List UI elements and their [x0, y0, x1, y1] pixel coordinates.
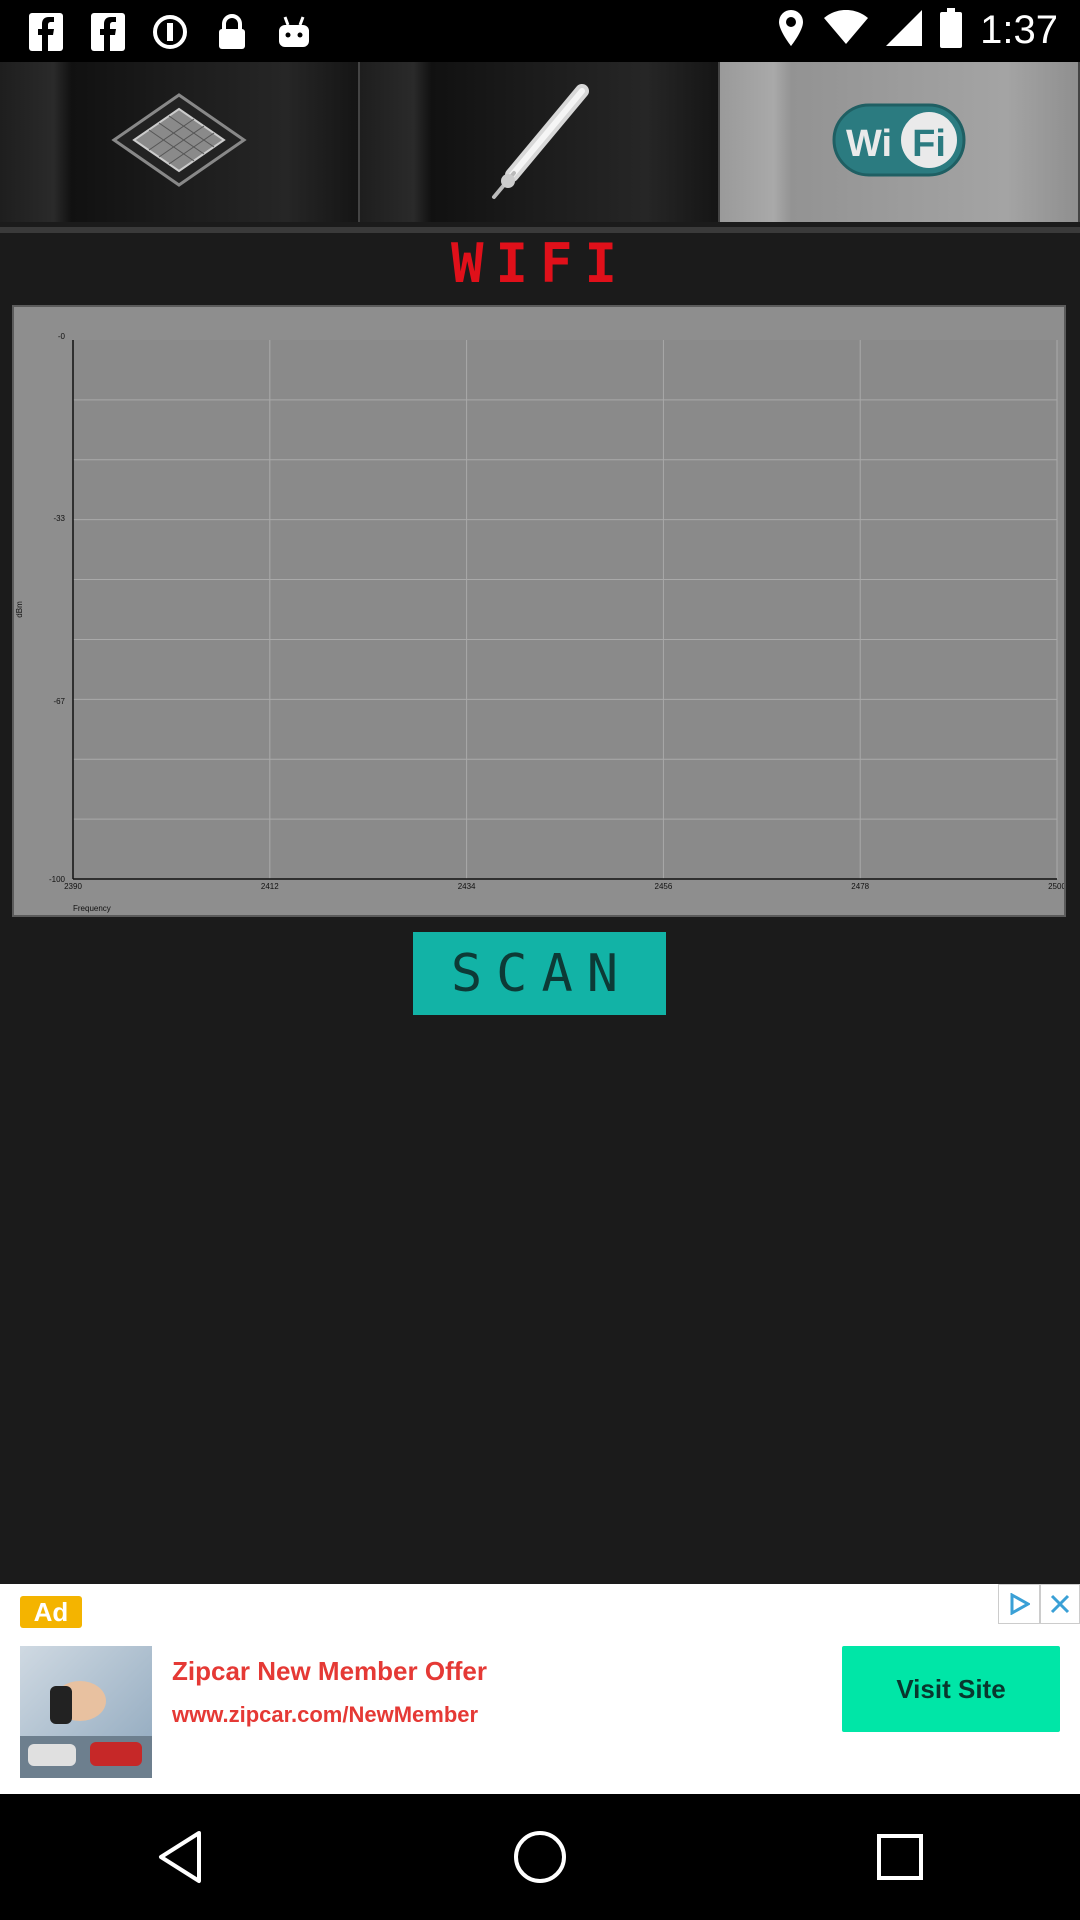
cpu-chip-icon: [104, 85, 254, 200]
wifi-signal-icon: [824, 9, 869, 51]
lock-icon: [212, 12, 252, 52]
status-time: 1:37: [980, 8, 1058, 52]
x-tick-label: 2390: [64, 882, 82, 891]
x-tick-label: 2434: [458, 882, 476, 891]
ad-badge: Ad: [20, 1596, 82, 1628]
tab-wifi[interactable]: Wi Fi: [720, 62, 1080, 222]
tab-cpu[interactable]: [0, 62, 360, 222]
facebook-icon: [26, 12, 66, 52]
ad-title[interactable]: Zipcar New Member Offer: [172, 1656, 487, 1687]
adchoices-icon[interactable]: [998, 1584, 1040, 1624]
facebook-icon: [88, 12, 128, 52]
ad-url[interactable]: www.zipcar.com/NewMember: [172, 1702, 478, 1728]
top-tabs: Wi Fi: [0, 62, 1080, 233]
x-tick-label: 2478: [851, 882, 869, 891]
y-tick-label: -33: [53, 514, 65, 523]
x-tick-label: 2456: [655, 882, 673, 891]
cell-signal-icon: [886, 10, 923, 51]
x-tick-label: 2412: [261, 882, 279, 891]
back-icon[interactable]: [135, 1812, 225, 1902]
battery-icon: [940, 8, 963, 53]
tab-temperature[interactable]: [360, 62, 720, 222]
ad-image[interactable]: [20, 1646, 152, 1778]
svg-text:Fi: Fi: [912, 123, 946, 165]
chart-svg: 2390 2412 2434 2456 2478 2500 -0 -33 -67 -100 dBm F…: [15, 332, 1064, 913]
thermometer-icon: [474, 75, 604, 210]
home-icon[interactable]: [495, 1812, 585, 1902]
ad-close-icon[interactable]: [1040, 1584, 1080, 1624]
svg-text:Wi: Wi: [846, 123, 892, 165]
y-tick-label: -100: [49, 875, 66, 884]
wifi-chart: 2390 2412 2434 2456 2478 2500 -0 -33 -67 -100 dBm F…: [12, 305, 1066, 917]
x-axis-label: Frequency: [73, 904, 111, 913]
location-icon: [776, 8, 806, 53]
android-icon: [274, 12, 314, 52]
info-icon: [150, 12, 190, 52]
ad-banner[interactable]: Ad Zipcar New Member Offer www.zipcar.co…: [0, 1584, 1080, 1794]
navigation-bar: [0, 1794, 1080, 1920]
visit-site-button[interactable]: Visit Site: [842, 1646, 1060, 1732]
status-bar: 1:37: [0, 0, 1080, 62]
page-title: WIFI: [450, 232, 630, 295]
recents-icon[interactable]: [855, 1812, 945, 1902]
scan-button[interactable]: SCAN: [413, 932, 666, 1015]
y-tick-label: -67: [53, 697, 65, 706]
y-tick-label: -0: [58, 332, 66, 341]
y-axis-label: dBm: [15, 601, 24, 618]
x-tick-label: 2500: [1048, 882, 1064, 891]
plot-area: [73, 340, 1057, 879]
wifi-logo-icon: Wi Fi: [829, 90, 969, 195]
